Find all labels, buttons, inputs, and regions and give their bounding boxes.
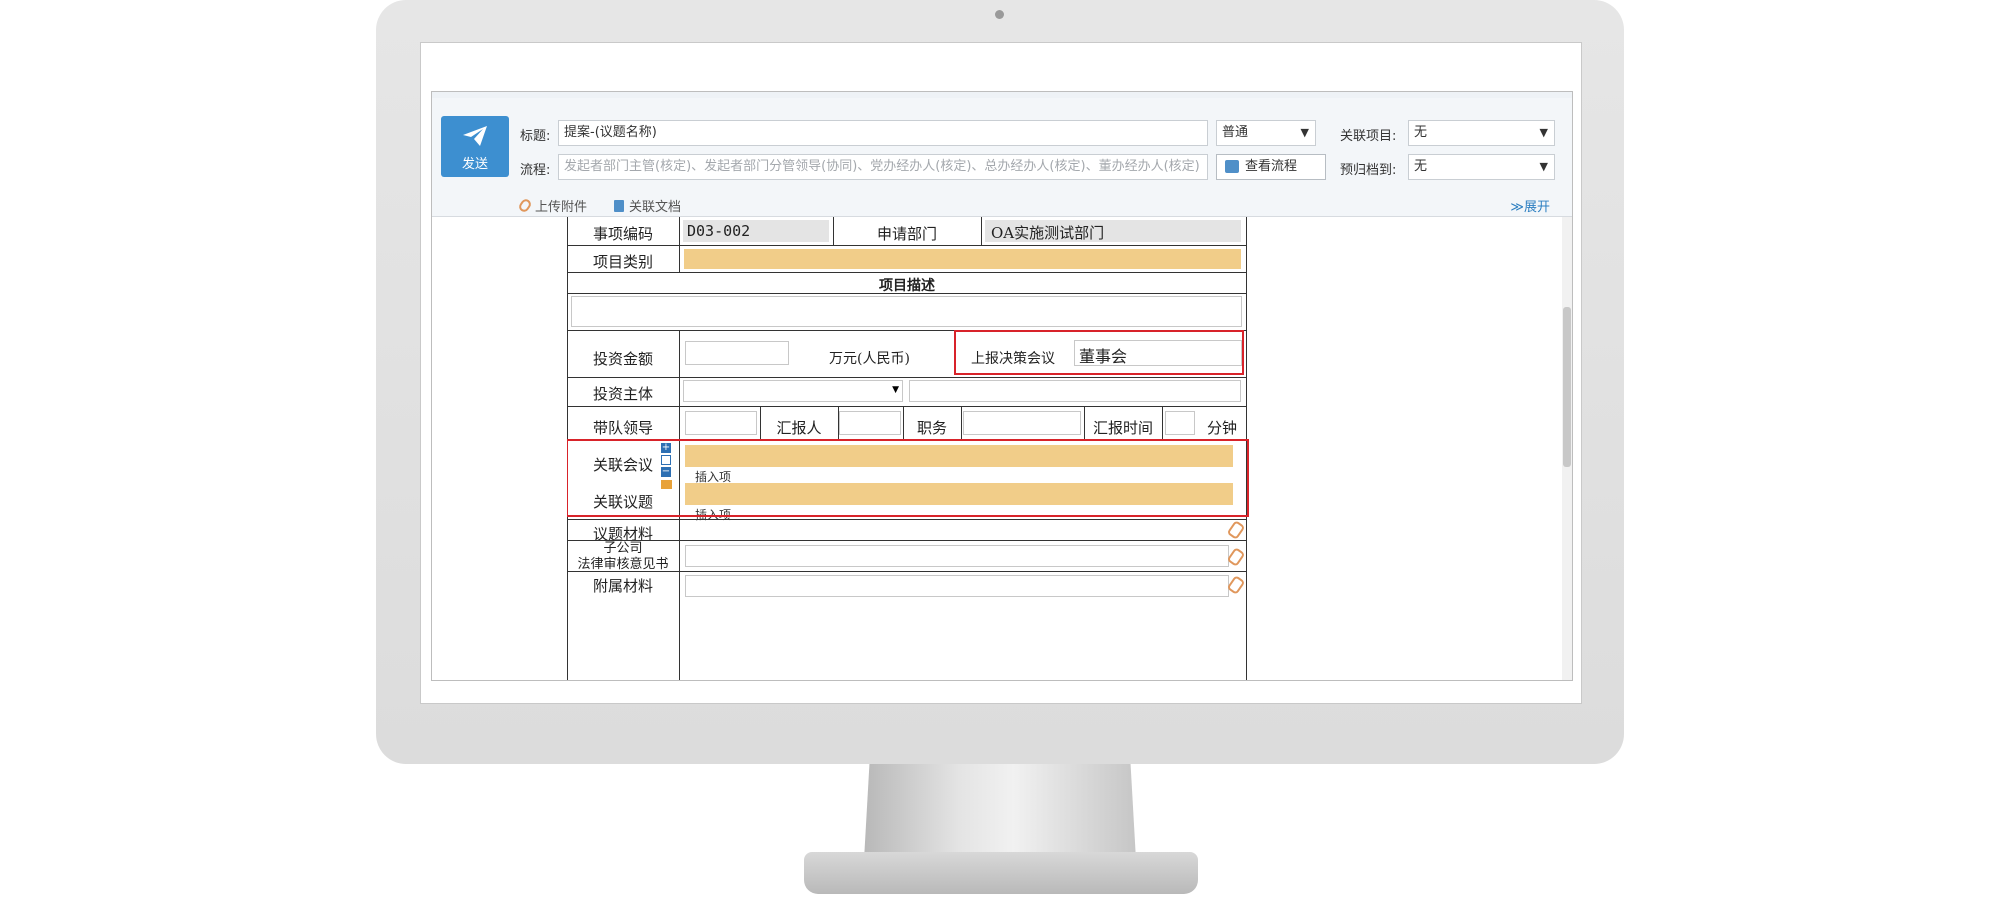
report-time-label: 汇报时间 [1092,419,1153,437]
dept-value: OA实施测试部门 [991,224,1105,242]
row-line [567,377,1247,378]
proposal-form: 事项编码 D03-002 申请部门 OA实施测试部门 项目类别 项目描述 投资金… [567,217,1441,680]
chevron-down-icon: ▼ [1539,126,1548,139]
related-document-button[interactable]: 关联文档 [614,196,681,215]
invest-subject-select[interactable]: ▼ [683,380,903,402]
category-label: 项目类别 [592,253,653,271]
scrollbar-thumb[interactable] [1563,307,1571,467]
report-time-input[interactable] [1165,411,1195,435]
paperclip-icon [517,197,533,214]
row-line [567,571,1247,572]
row-line [567,272,1247,273]
highlight-box-related [567,439,1249,517]
paperclip-icon[interactable] [1226,520,1246,540]
subsidiary-label-line-1: 子公司 [603,541,643,556]
monitor-stand-base [804,852,1198,894]
leader-input[interactable] [685,411,757,435]
screen: 发送 标题: 提案-(议题名称) 普通 ▼ 关联项目: 无 ▼ 流程: 发起者部… [420,42,1582,704]
dept-label: 申请部门 [876,225,937,243]
row-line [567,406,1247,407]
title-input[interactable]: 提案-(议题名称) [558,120,1208,146]
monitor-stand-neck [864,764,1136,860]
paper-plane-icon [463,126,487,146]
row-line [567,245,1247,246]
priority-select[interactable]: 普通 ▼ [1216,120,1316,146]
expand-label: 展开 [1523,200,1550,215]
invest-subject-label: 投资主体 [592,385,653,403]
chevron-down-icon: ▼ [1300,126,1309,139]
invest-unit: 万元(人民币) [829,351,910,367]
table-divider [961,406,962,440]
invest-subject-input[interactable] [909,380,1241,402]
priority-value: 普通 [1222,125,1249,140]
invest-amount-label: 投资金额 [592,350,653,368]
minutes-label: 分钟 [1207,419,1238,437]
chevron-down-icon: ▼ [892,385,899,395]
document-icon [614,200,624,212]
position-label: 职务 [916,419,947,437]
reporter-input[interactable] [839,411,901,435]
desc-textarea[interactable] [571,296,1242,327]
related-doc-label: 关联文档 [629,200,682,215]
flow-label: 流程: [520,163,551,178]
item-code-value: D03-002 [687,222,751,240]
attached-material-input[interactable] [685,575,1229,597]
upload-attachment-button[interactable]: 上传附件 [517,196,588,215]
paperclip-icon[interactable] [1226,547,1246,567]
flow-chart-icon [1225,160,1239,173]
upload-label: 上传附件 [535,200,588,215]
archive-label: 预归档到: [1340,163,1397,178]
oa-app-window: 发送 标题: 提案-(议题名称) 普通 ▼ 关联项目: 无 ▼ 流程: 发起者部… [431,91,1573,681]
view-flow-button[interactable]: 查看流程 [1216,154,1326,180]
leader-label: 带队领导 [592,419,653,437]
subsidiary-opinion-input[interactable] [685,545,1229,567]
title-label: 标题: [520,129,551,144]
send-button[interactable]: 发送 [441,116,509,177]
attached-material-label: 附属材料 [592,577,653,595]
row-line [567,293,1247,294]
paperclip-icon[interactable] [1226,575,1246,595]
desc-label: 项目描述 [879,278,935,294]
send-label: 发送 [461,157,488,172]
item-code-label: 事项编码 [592,225,653,243]
related-project-label: 关联项目: [1340,129,1397,144]
related-project-value: 无 [1414,125,1428,140]
webcam-icon [995,10,1004,19]
flow-input[interactable]: 发起者部门主管(核定)、发起者部门分管领导(协同)、党办经办人(核定)、总办经办… [558,154,1208,180]
view-flow-label: 查看流程 [1245,159,1298,174]
archive-value: 无 [1414,159,1428,174]
vertical-scrollbar[interactable] [1562,217,1572,680]
table-divider [981,217,982,245]
reporter-label: 汇报人 [776,419,822,437]
archive-select[interactable]: 无 ▼ [1408,154,1555,180]
highlight-box-meeting [954,330,1244,375]
expand-button[interactable]: ≫展开 [1510,196,1550,215]
category-input[interactable] [684,249,1241,269]
chevron-down-icon: ▼ [1539,160,1548,173]
double-chevron-down-icon: ≫ [1510,200,1524,215]
related-project-select[interactable]: 无 ▼ [1408,120,1555,146]
position-input[interactable] [963,411,1081,435]
invest-amount-input[interactable] [685,341,789,365]
table-divider [1162,406,1163,440]
row-line [567,519,1247,520]
compose-header: 发送 标题: 提案-(议题名称) 普通 ▼ 关联项目: 无 ▼ 流程: 发起者部… [432,98,1572,216]
